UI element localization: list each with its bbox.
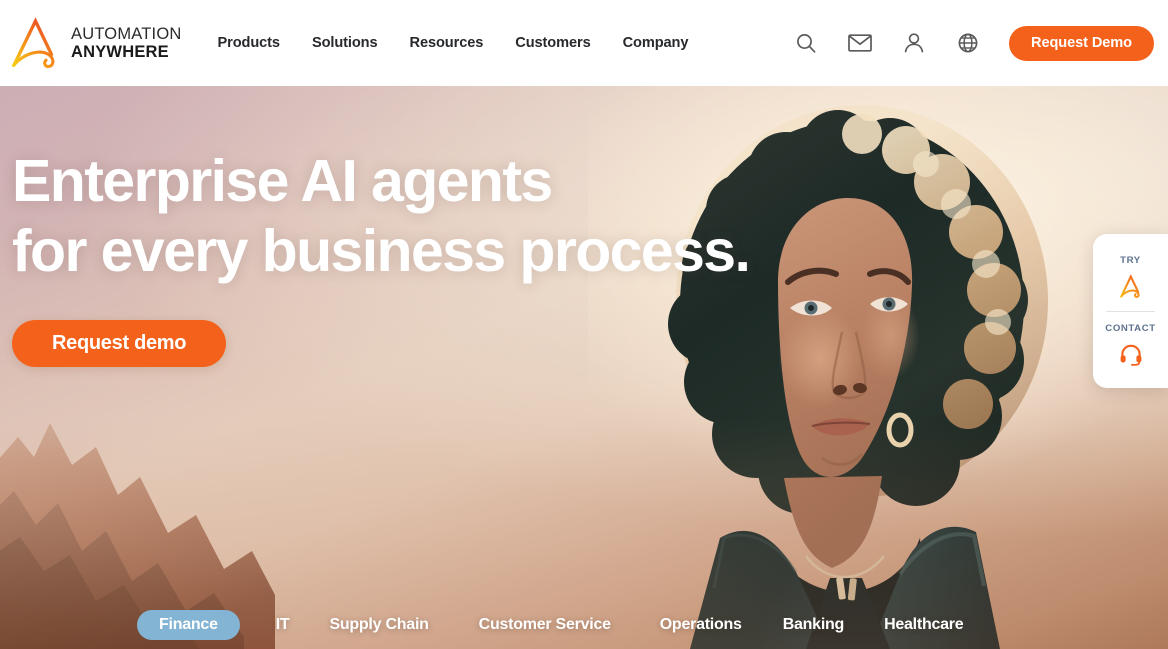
tab-operations[interactable]: Operations (660, 610, 742, 640)
industry-tab-bar: Finance IT Supply Chain Customer Service… (0, 600, 1168, 649)
user-icon[interactable] (887, 23, 941, 63)
tab-banking[interactable]: Banking (783, 610, 845, 640)
headset-icon (1119, 341, 1143, 367)
logo[interactable]: AUTOMATION ANYWHERE (10, 16, 181, 70)
main-navigation: Products Solutions Resources Customers C… (217, 35, 688, 51)
hero-request-demo-button[interactable]: Request demo (12, 320, 227, 367)
headline-line-2: for every business process. (12, 218, 751, 284)
automation-anywhere-a-logo-icon (1119, 273, 1143, 299)
nav-item-customers[interactable]: Customers (515, 35, 590, 51)
nav-item-products[interactable]: Products (217, 35, 280, 51)
side-widget-try[interactable]: TRY (1093, 248, 1168, 307)
globe-icon[interactable] (941, 23, 995, 63)
tab-supply-chain[interactable]: Supply Chain (329, 610, 428, 640)
logo-text-line2: ANYWHERE (71, 43, 169, 61)
page-title: Enterprise AI agents for every business … (12, 146, 751, 286)
nav-item-company[interactable]: Company (623, 35, 689, 51)
logo-text-line1: AUTOMATION (71, 24, 182, 43)
side-widget-contact-label: CONTACT (1105, 323, 1156, 334)
tab-it[interactable]: IT (276, 610, 290, 640)
headline-line-1: Enterprise AI agents (12, 148, 553, 214)
tab-finance[interactable]: Finance (137, 609, 240, 640)
side-widget-contact[interactable]: CONTACT (1093, 316, 1168, 375)
automation-anywhere-a-logo-icon (10, 16, 62, 70)
nav-item-resources[interactable]: Resources (410, 35, 484, 51)
side-widget-divider (1106, 311, 1155, 312)
header-actions: Request Demo (779, 23, 1154, 63)
mail-icon[interactable] (833, 23, 887, 63)
hero-section: Enterprise AI agents for every business … (0, 86, 1168, 649)
floating-side-widget: TRY CONTACT (1093, 234, 1168, 388)
request-demo-button[interactable]: Request Demo (1009, 25, 1154, 61)
site-header: AUTOMATION ANYWHERE Products Solutions R… (0, 0, 1168, 86)
tab-customer-service[interactable]: Customer Service (479, 610, 611, 640)
hero-content: Enterprise AI agents for every business … (12, 146, 751, 367)
search-icon[interactable] (779, 23, 833, 63)
tab-healthcare[interactable]: Healthcare (884, 610, 964, 640)
nav-item-solutions[interactable]: Solutions (312, 35, 378, 51)
side-widget-try-label: TRY (1120, 255, 1141, 266)
